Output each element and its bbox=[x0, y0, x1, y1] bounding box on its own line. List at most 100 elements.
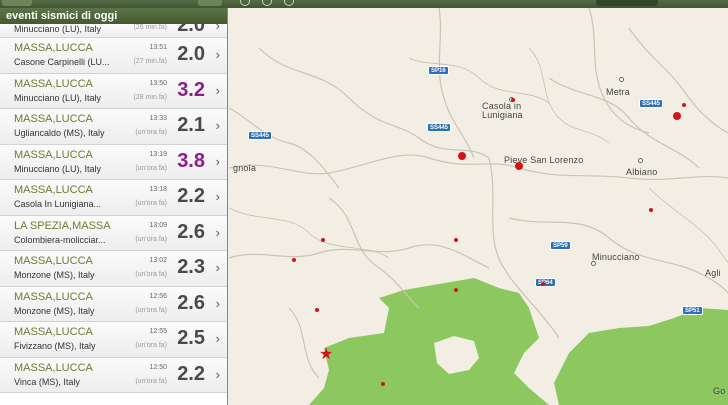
sidebar-title: eventi sismici di oggi bbox=[0, 8, 227, 24]
event-location: MASSA,LUCCA bbox=[14, 113, 93, 125]
event-ago: (un'ora fa) bbox=[135, 342, 167, 349]
event-place: Casola In Lunigiana... bbox=[14, 199, 102, 209]
quake-marker[interactable] bbox=[458, 152, 466, 160]
quake-marker[interactable] bbox=[541, 282, 545, 286]
event-time: 13:51 bbox=[149, 44, 167, 51]
chevron-right-icon: › bbox=[215, 366, 220, 382]
event-time: 13:19 bbox=[149, 150, 167, 158]
chevron-right-icon: › bbox=[215, 224, 220, 240]
quake-marker[interactable] bbox=[381, 382, 385, 386]
event-location: LA SPEZIA,MASSA bbox=[14, 219, 111, 232]
place-label: Agli bbox=[705, 268, 721, 278]
event-ago: (28 min.fa) bbox=[133, 93, 167, 101]
event-list[interactable]: Minucciano (LU), Italy (26 min.fa) 2.0 › MAS… bbox=[0, 24, 227, 405]
chevron-right-icon: › bbox=[215, 47, 220, 62]
map-view[interactable]: SP16 SS445 SS445 SS445 SP59 SP64 SP51 Ca… bbox=[229, 8, 728, 405]
toolbar-left-button[interactable] bbox=[2, 0, 32, 6]
event-time: 12:55 bbox=[149, 328, 167, 335]
event-magnitude: 2.2 bbox=[177, 362, 205, 385]
road-shield: SP64 bbox=[535, 278, 556, 287]
event-magnitude: 3.8 bbox=[177, 149, 205, 172]
event-row[interactable]: LA SPEZIA,MASSA Colombiera-molicciar... 13… bbox=[0, 215, 227, 251]
quake-marker[interactable] bbox=[682, 103, 686, 107]
event-magnitude: 2.2 bbox=[177, 185, 205, 207]
event-ago: (un'ora fa) bbox=[135, 271, 167, 278]
event-location: MASSA,LUCCA bbox=[14, 77, 93, 90]
place-label: Metra bbox=[606, 87, 631, 97]
quake-marker[interactable] bbox=[315, 308, 319, 312]
event-magnitude: 2.0 bbox=[177, 24, 205, 36]
event-magnitude: 2.1 bbox=[177, 114, 205, 136]
event-location: MASSA,LUCCA bbox=[14, 255, 93, 267]
park-area bbox=[309, 278, 549, 405]
event-row[interactable]: MASSA,LUCCA Minucciano (LU), Italy 13:50 (2… bbox=[0, 73, 227, 109]
road-shield: SP16 bbox=[428, 66, 449, 75]
place-marker bbox=[619, 77, 624, 82]
event-ago: (un'ora fa) bbox=[135, 377, 167, 385]
event-place: Minucciano (LU), Italy bbox=[14, 92, 102, 103]
road-shield: SP59 bbox=[550, 241, 571, 250]
quake-marker[interactable] bbox=[649, 208, 653, 212]
event-ago: (un'ora fa) bbox=[135, 200, 167, 207]
chevron-right-icon: › bbox=[215, 331, 220, 346]
event-place: Colombiera-molicciar... bbox=[14, 234, 106, 245]
locate-icon[interactable] bbox=[240, 0, 250, 6]
event-location: MASSA,LUCCA bbox=[14, 184, 93, 196]
event-time: 12:56 bbox=[149, 292, 167, 300]
event-place: Ugliancaldo (MS), Italy bbox=[14, 128, 105, 138]
chevron-right-icon: › bbox=[215, 82, 220, 98]
map-type-segmented-control[interactable] bbox=[596, 0, 658, 6]
quake-marker[interactable] bbox=[292, 258, 296, 262]
quake-marker[interactable] bbox=[673, 112, 681, 120]
quake-marker[interactable] bbox=[511, 98, 515, 102]
quake-marker[interactable] bbox=[321, 238, 325, 242]
event-location: MASSA,LUCCA bbox=[14, 326, 93, 338]
place-marker bbox=[638, 158, 643, 163]
event-row[interactable]: MASSA,LUCCA Monzone (MS), Italy 13:02 (un'o… bbox=[0, 251, 227, 287]
place-marker bbox=[591, 261, 596, 266]
place-label: Go bbox=[713, 386, 726, 396]
chevron-right-icon: › bbox=[215, 189, 220, 204]
quake-marker[interactable] bbox=[515, 162, 523, 170]
chevron-right-icon: › bbox=[215, 24, 220, 33]
event-row[interactable]: MASSA,LUCCA Monzone (MS), Italy 12:56 (un'o… bbox=[0, 286, 227, 322]
event-ago: (un'ora fa) bbox=[135, 164, 167, 172]
event-row[interactable]: MASSA,LUCCA Vinca (MS), Italy 12:50 (un'ora… bbox=[0, 357, 227, 393]
event-place: Vinca (MS), Italy bbox=[14, 376, 80, 387]
event-time: 13:33 bbox=[149, 115, 167, 122]
event-row[interactable]: MASSA,LUCCA Fivizzano (MS), Italy 12:55 (un… bbox=[0, 322, 227, 358]
event-place: Casone Carpinelli (LU... bbox=[14, 57, 110, 67]
toolbar-right-button[interactable] bbox=[198, 0, 222, 6]
event-magnitude: 2.3 bbox=[177, 256, 205, 278]
event-place: Minucciano (LU), Italy bbox=[14, 24, 102, 34]
road-shield: SS445 bbox=[427, 123, 452, 132]
quake-marker[interactable] bbox=[454, 288, 458, 292]
event-location: MASSA,LUCCA bbox=[14, 148, 93, 161]
top-toolbar bbox=[0, 0, 728, 8]
event-row[interactable]: MASSA,LUCCA Minucciano (LU), Italy 13:19 (u… bbox=[0, 144, 227, 180]
event-time: 13:50 bbox=[149, 79, 167, 87]
event-magnitude: 3.2 bbox=[177, 78, 205, 101]
event-row[interactable]: Minucciano (LU), Italy (26 min.fa) 2.0 › bbox=[0, 24, 227, 38]
event-time: 13:09 bbox=[149, 221, 167, 229]
quake-marker[interactable] bbox=[454, 238, 458, 242]
chevron-right-icon: › bbox=[215, 118, 220, 133]
event-magnitude: 2.0 bbox=[177, 43, 205, 65]
refresh-icon[interactable] bbox=[262, 0, 272, 6]
event-row[interactable]: MASSA,LUCCA Casola In Lunigiana... 13:18 (u… bbox=[0, 180, 227, 216]
event-place: Fivizzano (MS), Italy bbox=[14, 341, 96, 351]
latest-quake-star-icon[interactable]: ★ bbox=[319, 347, 333, 363]
events-sidebar: eventi sismici di oggi Minucciano (LU), … bbox=[0, 8, 228, 405]
event-row[interactable]: MASSA,LUCCA Ugliancaldo (MS), Italy 13:33 (… bbox=[0, 109, 227, 145]
map-terrain bbox=[229, 8, 728, 405]
place-label: gnola bbox=[233, 163, 257, 173]
event-row[interactable]: MASSA,LUCCA Casone Carpinelli (LU... 13:51… bbox=[0, 38, 227, 74]
chevron-right-icon: › bbox=[215, 260, 220, 275]
info-icon[interactable] bbox=[284, 0, 294, 6]
place-label: Albiano bbox=[626, 167, 658, 177]
place-label: Minucciano bbox=[592, 252, 640, 262]
event-place: Monzone (MS), Italy bbox=[14, 305, 95, 316]
event-magnitude: 2.6 bbox=[177, 220, 205, 243]
event-ago: (un'ora fa) bbox=[135, 129, 167, 136]
event-ago: (26 min.fa) bbox=[133, 24, 167, 31]
